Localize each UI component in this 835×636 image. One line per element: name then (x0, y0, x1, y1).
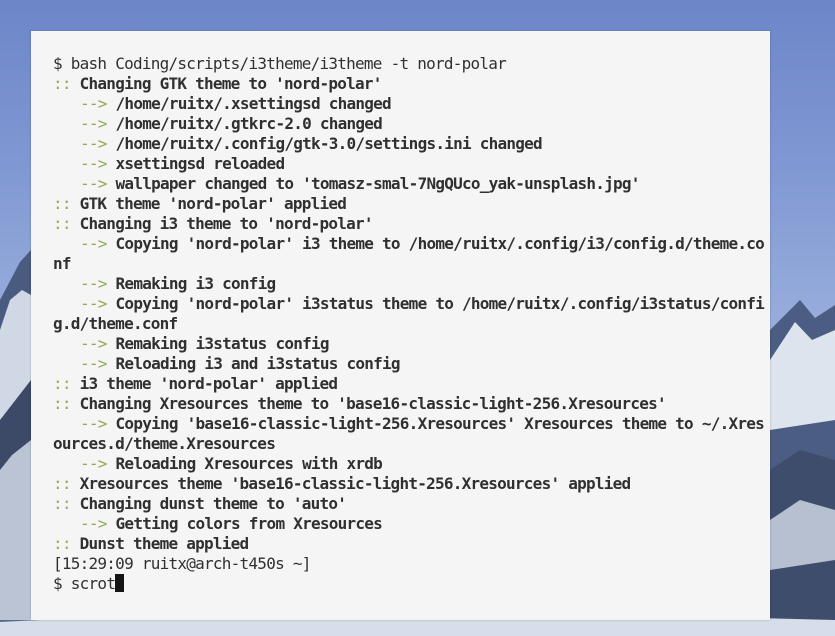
wrapped-text: nf (53, 254, 72, 273)
terminal-line: g.d/theme.conf (53, 314, 770, 334)
arrow-marker: --> (80, 294, 107, 313)
terminal-line: --> /home/ruitx/.xsettingsd changed (53, 94, 770, 114)
terminal-line: $ bash Coding/scripts/i3theme/i3theme -t… (53, 54, 770, 74)
prompt-symbol: $ (53, 574, 63, 593)
wrapped-text: ources.d/theme.Xresources (53, 434, 276, 453)
sub-message: /home/ruitx/.xsettingsd changed (115, 94, 392, 113)
arrow-marker: --> (80, 414, 107, 433)
terminal-line: --> Remaking i3status config (53, 334, 770, 354)
sub-message: /home/ruitx/.config/gtk-3.0/settings.ini… (115, 134, 543, 153)
wrapped-text: g.d/theme.conf (53, 314, 178, 333)
status-message: Changing Xresources theme to 'base16-cla… (79, 394, 667, 413)
terminal-line: :: Changing i3 theme to 'nord-polar' (53, 214, 770, 234)
sub-message: wallpaper changed to 'tomasz-smal-7NgQUc… (115, 174, 641, 193)
terminal-line: :: Changing GTK theme to 'nord-polar' (53, 74, 770, 94)
terminal-line: --> Reloading i3 and i3status config (53, 354, 770, 374)
sub-message: Copying 'base16-classic-light-256.Xresou… (115, 414, 765, 433)
message-marker: :: (53, 74, 72, 93)
terminal-line: :: Changing Xresources theme to 'base16-… (53, 394, 770, 414)
status-message: Xresources theme 'base16-classic-light-2… (79, 474, 631, 493)
sub-message: xsettingsd reloaded (115, 154, 286, 173)
terminal-window[interactable]: $ bash Coding/scripts/i3theme/i3theme -t… (31, 31, 770, 620)
terminal-line: --> Copying 'base16-classic-light-256.Xr… (53, 414, 770, 434)
terminal-line: --> wallpaper changed to 'tomasz-smal-7N… (53, 174, 770, 194)
message-marker: :: (53, 194, 72, 213)
terminal-line: --> Remaking i3 config (53, 274, 770, 294)
arrow-marker: --> (80, 154, 107, 173)
arrow-marker: --> (80, 234, 107, 253)
message-marker: :: (53, 374, 72, 393)
arrow-marker: --> (80, 354, 107, 373)
arrow-marker: --> (80, 134, 107, 153)
arrow-marker: --> (80, 334, 107, 353)
terminal-line: --> /home/ruitx/.gtkrc-2.0 changed (53, 114, 770, 134)
terminal-line: [15:29:09 ruitx@arch-t450s ~] (53, 554, 770, 574)
command-input[interactable]: scrot (71, 574, 116, 593)
status-message: GTK theme 'nord-polar' applied (79, 194, 347, 213)
sub-message: Remaking i3 config (115, 274, 277, 293)
terminal-line: nf (53, 254, 770, 274)
command-text: bash Coding/scripts/i3theme/i3theme -t n… (70, 54, 507, 73)
terminal-line: $ scrot (53, 574, 770, 594)
terminal-line: --> /home/ruitx/.config/gtk-3.0/settings… (53, 134, 770, 154)
terminal-line: :: Changing dunst theme to 'auto' (53, 494, 770, 514)
sub-message: Copying 'nord-polar' i3 theme to /home/r… (115, 234, 765, 253)
message-marker: :: (53, 534, 72, 553)
sub-message: Remaking i3status config (115, 334, 330, 353)
terminal-line: --> Getting colors from Xresources (53, 514, 770, 534)
status-message: Changing dunst theme to 'auto' (79, 494, 347, 513)
terminal-line: ources.d/theme.Xresources (53, 434, 770, 454)
terminal-line: --> xsettingsd reloaded (53, 154, 770, 174)
prompt-status: [15:29:09 ruitx@arch-t450s ~] (53, 554, 311, 573)
arrow-marker: --> (80, 514, 107, 533)
terminal-line: :: Dunst theme applied (53, 534, 770, 554)
terminal-line: --> Copying 'nord-polar' i3 theme to /ho… (53, 234, 770, 254)
message-marker: :: (53, 214, 72, 233)
message-marker: :: (53, 474, 72, 493)
prompt-symbol: $ (53, 54, 63, 73)
status-message: Changing GTK theme to 'nord-polar' (79, 74, 383, 93)
arrow-marker: --> (80, 94, 107, 113)
terminal-line: :: GTK theme 'nord-polar' applied (53, 194, 770, 214)
status-message: i3 theme 'nord-polar' applied (79, 374, 338, 393)
sub-message: Getting colors from Xresources (115, 514, 383, 533)
message-marker: :: (53, 494, 72, 513)
arrow-marker: --> (80, 114, 107, 133)
message-marker: :: (53, 394, 72, 413)
status-message: Changing i3 theme to 'nord-polar' (79, 214, 374, 233)
sub-message: Reloading i3 and i3status config (115, 354, 401, 373)
status-message: Dunst theme applied (79, 534, 250, 553)
arrow-marker: --> (80, 274, 107, 293)
sub-message: Reloading Xresources with xrdb (115, 454, 383, 473)
terminal-line: --> Copying 'nord-polar' i3status theme … (53, 294, 770, 314)
arrow-marker: --> (80, 174, 107, 193)
terminal-line: --> Reloading Xresources with xrdb (53, 454, 770, 474)
terminal-line: :: Xresources theme 'base16-classic-ligh… (53, 474, 770, 494)
sub-message: Copying 'nord-polar' i3status theme to /… (115, 294, 765, 313)
terminal-output: $ bash Coding/scripts/i3theme/i3theme -t… (53, 54, 770, 594)
sub-message: /home/ruitx/.gtkrc-2.0 changed (115, 114, 383, 133)
terminal-line: :: i3 theme 'nord-polar' applied (53, 374, 770, 394)
cursor-block (115, 574, 125, 592)
arrow-marker: --> (80, 454, 107, 473)
